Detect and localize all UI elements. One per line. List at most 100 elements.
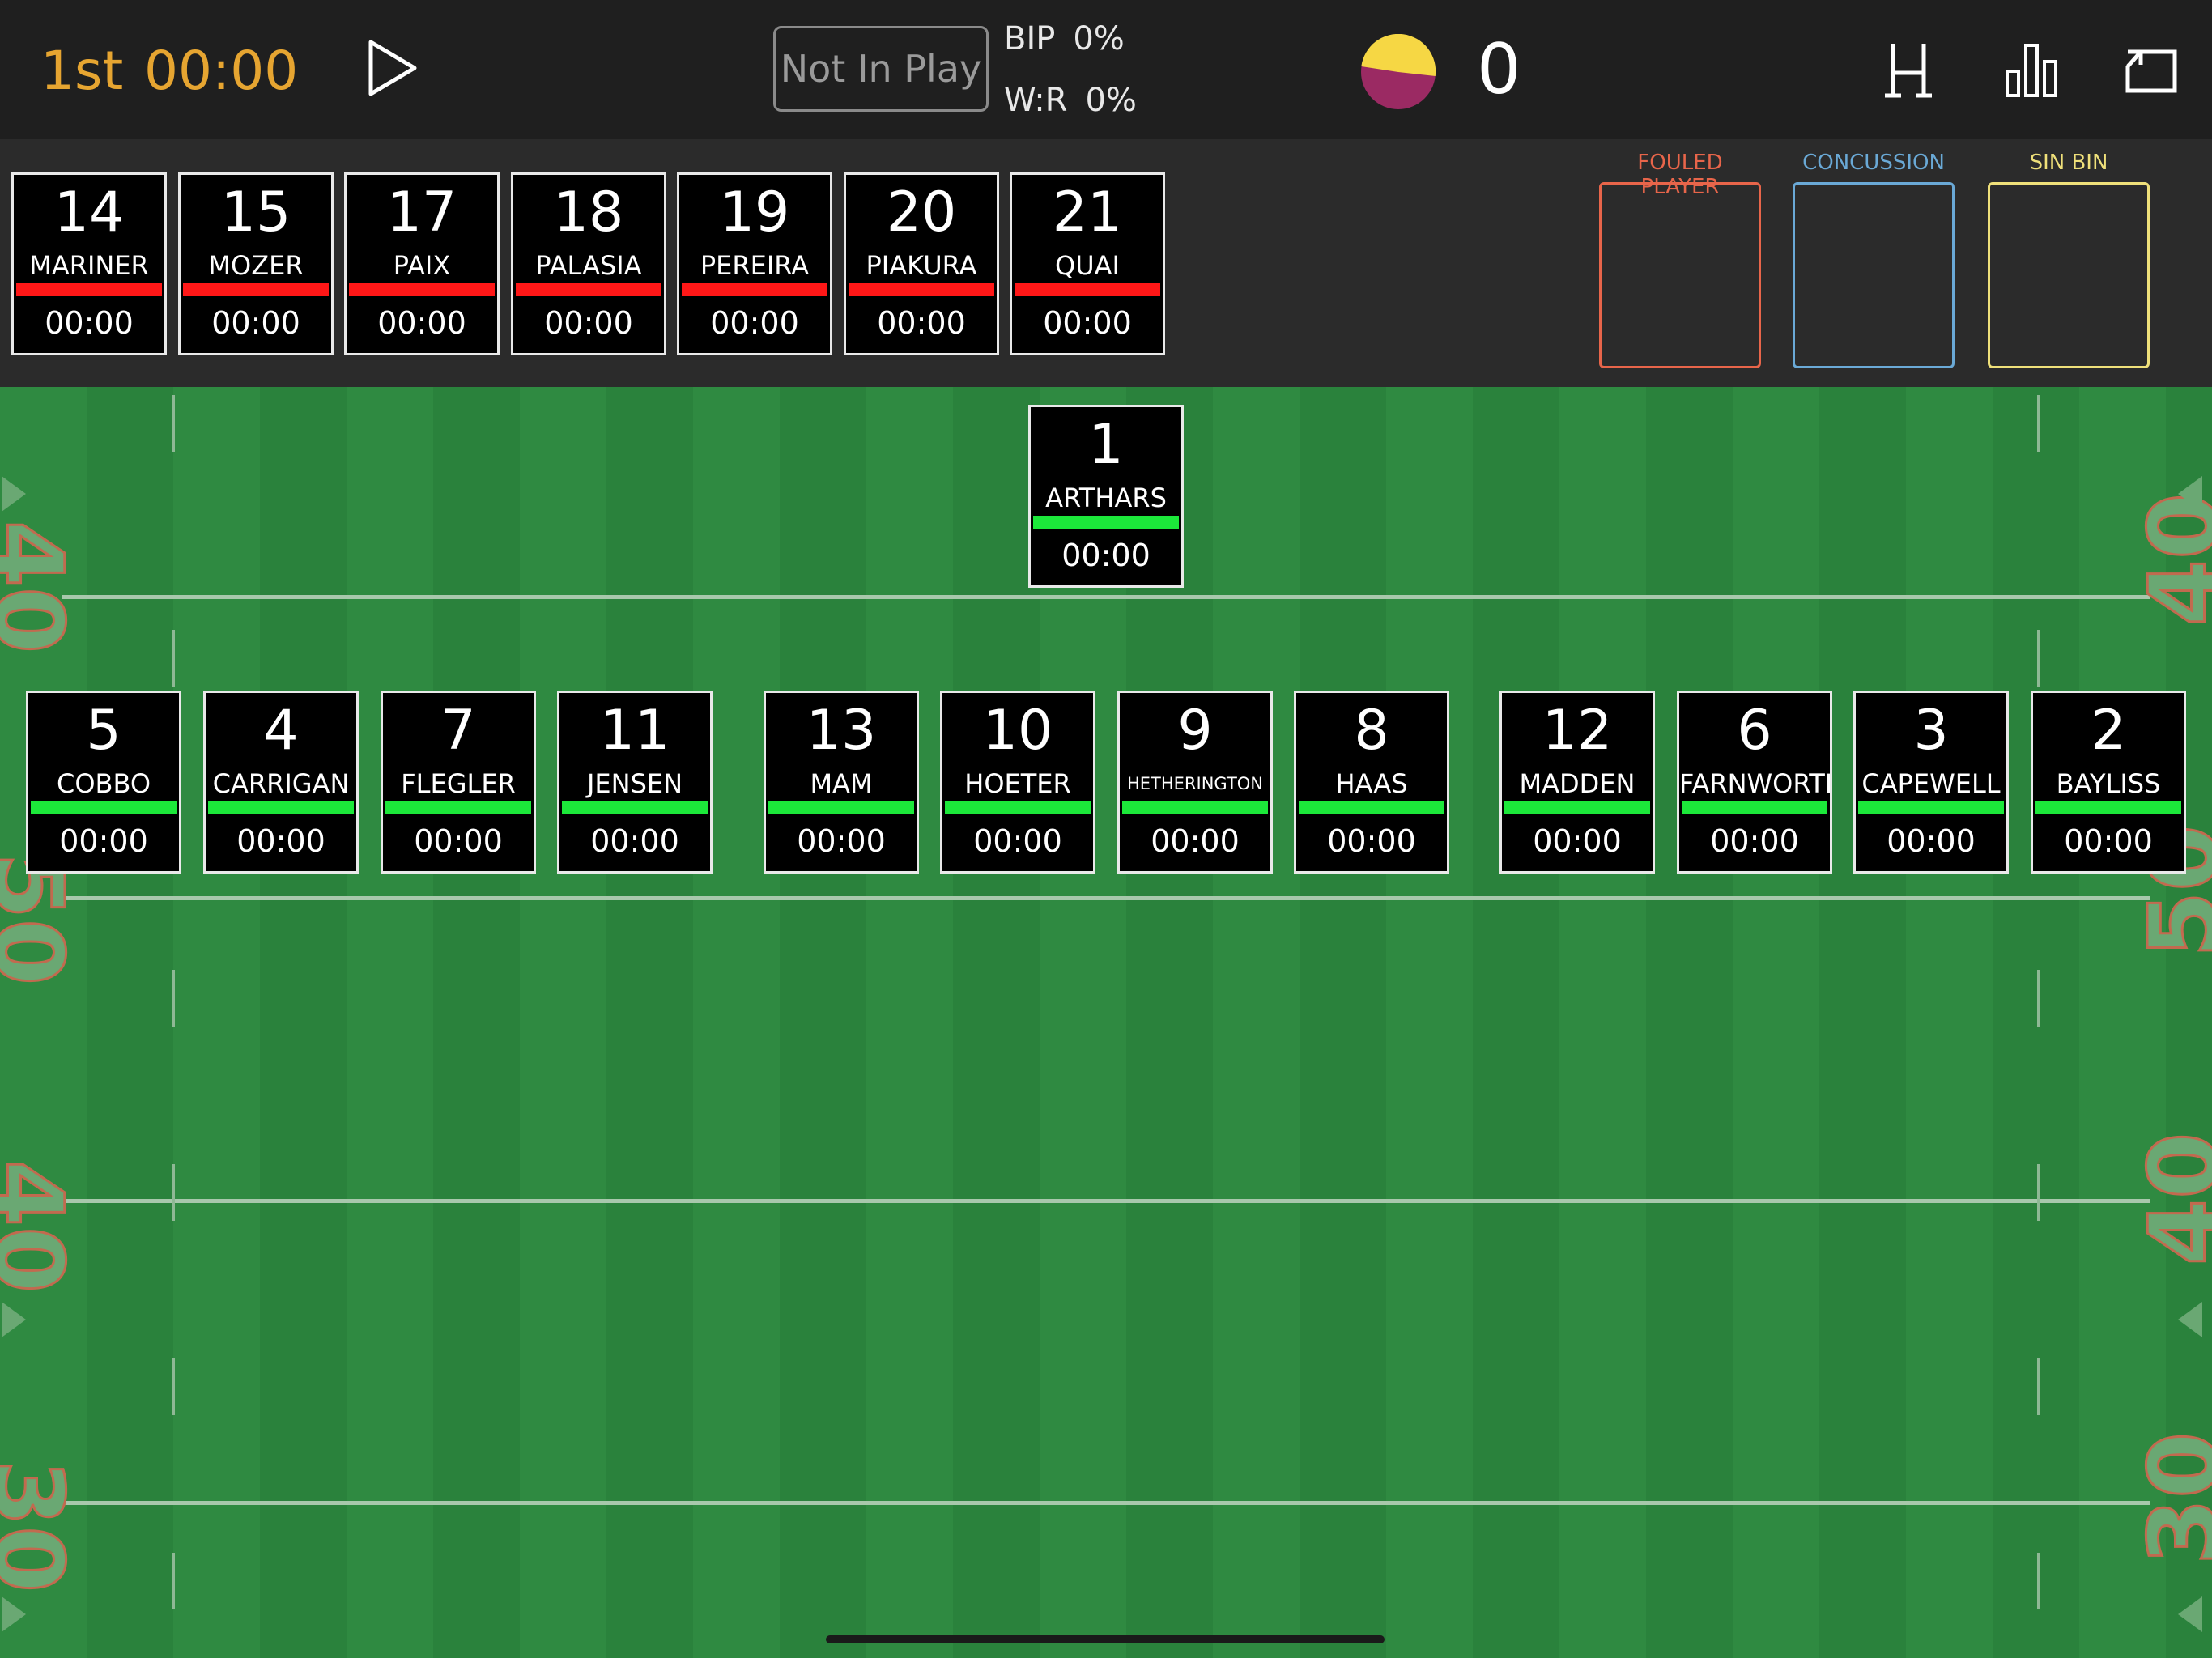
wr-label: W:R bbox=[1004, 82, 1068, 119]
possession-indicator[interactable] bbox=[1360, 33, 1436, 110]
yard-marker-30-right: 30 bbox=[2127, 1431, 2212, 1566]
play-button[interactable] bbox=[364, 37, 421, 99]
play-icon bbox=[368, 40, 417, 96]
fouled-player-dropzone[interactable] bbox=[1599, 182, 1761, 368]
direction-arrow-icon bbox=[2, 1596, 26, 1632]
status-bar bbox=[1122, 801, 1268, 814]
player-time: 00:00 bbox=[1887, 823, 1976, 859]
player-time: 00:00 bbox=[973, 823, 1062, 859]
player-card[interactable]: 9 HETHERINGTON 00:00 bbox=[1117, 691, 1273, 874]
player-card[interactable]: 21 QUAI 00:00 bbox=[1010, 172, 1165, 355]
status-bar bbox=[768, 801, 914, 814]
player-card[interactable]: 17 PAIX 00:00 bbox=[344, 172, 500, 355]
goalposts-icon bbox=[1885, 44, 1932, 98]
game-clock[interactable]: 00:00 bbox=[144, 39, 298, 104]
player-card[interactable]: 7 FLEGLER 00:00 bbox=[381, 691, 536, 874]
status-bar bbox=[516, 283, 661, 296]
yard-marker-40-right: 40 bbox=[2127, 1131, 2212, 1266]
player-name: CAPEWELL bbox=[1861, 768, 2001, 799]
player-card[interactable]: 10 HOETER 00:00 bbox=[940, 691, 1095, 874]
concussion-dropzone[interactable] bbox=[1793, 182, 1955, 368]
player-name: MARINER bbox=[29, 250, 149, 281]
player-name: MAM bbox=[810, 768, 873, 799]
player-name: MADDEN bbox=[1519, 768, 1636, 799]
player-card[interactable]: 19 PEREIRA 00:00 bbox=[677, 172, 832, 355]
player-time: 00:00 bbox=[544, 305, 633, 341]
goalposts-button[interactable] bbox=[1880, 40, 1937, 99]
status-bar bbox=[31, 801, 177, 814]
hash-mark bbox=[2037, 1358, 2040, 1415]
status-bar bbox=[1299, 801, 1444, 814]
sin-bin-label: SIN BIN bbox=[2029, 151, 2108, 175]
not-in-play-button[interactable]: Not In Play bbox=[773, 26, 989, 112]
player-card[interactable]: 14 MARINER 00:00 bbox=[11, 172, 167, 355]
player-name: FARNWORTH bbox=[1679, 768, 1830, 799]
hash-mark bbox=[172, 630, 175, 687]
player-time: 00:00 bbox=[710, 305, 799, 341]
player-card[interactable]: 11 JENSEN 00:00 bbox=[557, 691, 713, 874]
stats-button[interactable] bbox=[2003, 40, 2060, 99]
player-name: JENSEN bbox=[586, 768, 683, 799]
bip-stat: BIP 0% bbox=[1004, 19, 1125, 58]
player-card[interactable]: 2 BAYLISS 00:00 bbox=[2031, 691, 2186, 874]
possession-pie-icon bbox=[1361, 33, 1436, 109]
player-card[interactable]: 12 MADDEN 00:00 bbox=[1499, 691, 1655, 874]
player-time: 00:00 bbox=[1043, 305, 1132, 341]
home-indicator[interactable] bbox=[826, 1635, 1385, 1643]
status-bar bbox=[945, 801, 1091, 814]
yard-marker-40-left: 40 bbox=[0, 520, 86, 655]
hash-mark bbox=[172, 395, 175, 452]
player-name: QUAI bbox=[1055, 250, 1120, 281]
player-card[interactable]: 5 COBBO 00:00 bbox=[26, 691, 181, 874]
player-card[interactable]: 6 FARNWORTH 00:00 bbox=[1677, 691, 1832, 874]
player-card[interactable]: 8 HAAS 00:00 bbox=[1294, 691, 1449, 874]
player-name: PAIX bbox=[393, 250, 451, 281]
yard-line bbox=[62, 595, 2150, 599]
player-number: 5 bbox=[86, 699, 121, 763]
wr-value: 0% bbox=[1085, 82, 1137, 119]
player-name: COBBO bbox=[56, 768, 151, 799]
status-bar bbox=[562, 801, 708, 814]
player-card[interactable]: 18 PALASIA 00:00 bbox=[511, 172, 666, 355]
player-number: 4 bbox=[263, 699, 299, 763]
sin-bin-dropzone[interactable] bbox=[1988, 182, 2150, 368]
status-bar bbox=[849, 283, 994, 296]
app-root: 1st 00:00 Not In Play BIP 0% W:R 0% 0 14… bbox=[0, 0, 2212, 1658]
player-card[interactable]: 20 PIAKURA 00:00 bbox=[844, 172, 999, 355]
status-bar bbox=[1033, 516, 1179, 529]
player-time: 00:00 bbox=[211, 305, 300, 341]
player-name: HETHERINGTON bbox=[1126, 774, 1264, 793]
player-name: FLEGLER bbox=[401, 768, 516, 799]
period-label[interactable]: 1st bbox=[40, 39, 123, 104]
player-time: 00:00 bbox=[236, 823, 325, 859]
player-number: 12 bbox=[1542, 699, 1613, 763]
hash-mark bbox=[2037, 1553, 2040, 1609]
player-time: 00:00 bbox=[877, 305, 966, 341]
player-name: HAAS bbox=[1335, 768, 1408, 799]
player-name: HOETER bbox=[964, 768, 1071, 799]
player-number: 10 bbox=[982, 699, 1053, 763]
exit-button[interactable] bbox=[2123, 40, 2180, 99]
player-time: 00:00 bbox=[1151, 823, 1240, 859]
hash-mark bbox=[2037, 630, 2040, 687]
player-card[interactable]: 4 CARRIGAN 00:00 bbox=[203, 691, 359, 874]
player-number: 14 bbox=[53, 181, 125, 244]
direction-arrow-icon bbox=[2178, 476, 2202, 512]
player-number: 11 bbox=[599, 699, 670, 763]
player-name: PIAKURA bbox=[866, 250, 977, 281]
player-time: 00:00 bbox=[2064, 823, 2153, 859]
hash-mark bbox=[172, 1358, 175, 1415]
yard-marker-30-left: 30 bbox=[0, 1459, 86, 1594]
player-name: MOZER bbox=[208, 250, 304, 281]
player-number: 17 bbox=[386, 181, 457, 244]
player-name: CARRIGAN bbox=[212, 768, 350, 799]
player-number: 9 bbox=[1177, 699, 1213, 763]
exit-icon bbox=[2125, 49, 2177, 93]
player-number: 2 bbox=[2091, 699, 2126, 763]
player-card[interactable]: 13 MAM 00:00 bbox=[764, 691, 919, 874]
player-number: 21 bbox=[1052, 181, 1123, 244]
direction-arrow-icon bbox=[2, 1302, 26, 1337]
player-card[interactable]: 3 CAPEWELL 00:00 bbox=[1853, 691, 2009, 874]
player-card[interactable]: 1 ARTHARS 00:00 bbox=[1028, 405, 1184, 588]
player-card[interactable]: 15 MOZER 00:00 bbox=[178, 172, 334, 355]
